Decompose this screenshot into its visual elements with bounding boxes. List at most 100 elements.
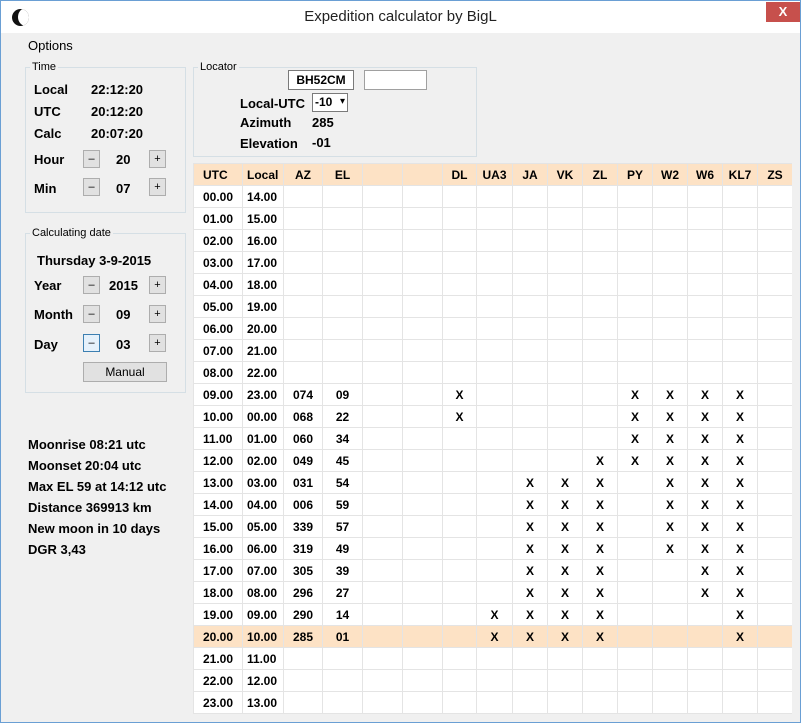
grid-cell[interactable] [402, 603, 443, 626]
grid-cell[interactable] [402, 471, 443, 494]
grid-cell[interactable]: 27 [322, 581, 363, 604]
grid-cell[interactable]: 12.00 [242, 669, 284, 692]
grid-cell[interactable]: 15.00 [242, 207, 284, 230]
grid-cell[interactable] [476, 251, 513, 274]
grid-cell[interactable] [617, 339, 653, 362]
grid-cell[interactable] [547, 317, 583, 340]
table-row[interactable]: 09.00 23.00 074 09 X X X X X [193, 383, 792, 406]
grid-cell[interactable]: X [687, 559, 723, 582]
locator-secondary-input[interactable] [364, 70, 427, 90]
grid-cell[interactable] [512, 185, 548, 208]
grid-cell[interactable] [757, 317, 792, 340]
grid-cell[interactable]: 20.00 [242, 317, 284, 340]
grid-cell[interactable]: 09.00 [242, 603, 284, 626]
grid-cell[interactable]: X [476, 625, 513, 648]
grid-cell[interactable] [652, 669, 688, 692]
grid-cell[interactable] [652, 207, 688, 230]
grid-cell[interactable]: X [687, 383, 723, 406]
grid-cell[interactable]: 05.00 [193, 295, 243, 318]
grid-cell[interactable] [362, 493, 403, 516]
grid-cell[interactable]: 08.00 [193, 361, 243, 384]
grid-cell[interactable] [402, 383, 443, 406]
grid-cell[interactable] [687, 361, 723, 384]
grid-cell[interactable]: X [652, 493, 688, 516]
grid-cell[interactable]: 22.00 [193, 669, 243, 692]
grid-cell[interactable] [757, 493, 792, 516]
grid-cell[interactable]: 06.00 [242, 537, 284, 560]
grid-cell[interactable]: 10.00 [242, 625, 284, 648]
grid-cell[interactable]: 08.00 [242, 581, 284, 604]
grid-cell[interactable] [617, 603, 653, 626]
grid-cell[interactable] [617, 691, 653, 714]
grid-cell[interactable] [757, 537, 792, 560]
grid-cell[interactable]: X [722, 427, 758, 450]
grid-cell[interactable]: 39 [322, 559, 363, 582]
grid-cell[interactable] [722, 361, 758, 384]
grid-cell[interactable] [757, 515, 792, 538]
grid-cell[interactable]: 49 [322, 537, 363, 560]
grid-cell[interactable] [442, 515, 477, 538]
grid-cell[interactable]: X [512, 471, 548, 494]
grid-cell[interactable] [512, 317, 548, 340]
grid-cell[interactable]: 01 [322, 625, 363, 648]
grid-cell[interactable]: X [512, 537, 548, 560]
grid-cell[interactable] [687, 295, 723, 318]
grid-cell[interactable] [283, 361, 323, 384]
grid-cell[interactable] [362, 361, 403, 384]
grid-cell[interactable]: 074 [283, 383, 323, 406]
grid-cell[interactable]: 14.00 [193, 493, 243, 516]
grid-cell[interactable] [442, 229, 477, 252]
grid-cell[interactable]: X [582, 493, 618, 516]
grid-cell[interactable]: X [582, 603, 618, 626]
grid-cell[interactable] [547, 339, 583, 362]
grid-cell[interactable] [476, 273, 513, 296]
table-row[interactable]: 23.00 13.00 [193, 691, 792, 714]
grid-cell[interactable] [652, 559, 688, 582]
grid-cell[interactable] [283, 251, 323, 274]
grid-cell[interactable] [442, 647, 477, 670]
grid-cell[interactable] [757, 273, 792, 296]
grid-cell[interactable] [617, 317, 653, 340]
table-row[interactable]: 00.00 14.00 [193, 185, 792, 208]
grid-cell[interactable] [687, 229, 723, 252]
grid-cell[interactable] [442, 471, 477, 494]
grid-cell[interactable] [362, 537, 403, 560]
grid-cell[interactable]: X [722, 449, 758, 472]
grid-cell[interactable]: X [547, 603, 583, 626]
grid-cell[interactable]: 006 [283, 493, 323, 516]
locator-input[interactable]: BH52CM [288, 70, 354, 90]
grid-cell[interactable] [283, 207, 323, 230]
grid-cell[interactable] [652, 603, 688, 626]
grid-cell[interactable] [512, 339, 548, 362]
grid-cell[interactable] [442, 581, 477, 604]
grid-cell[interactable] [322, 691, 363, 714]
grid-cell[interactable]: 305 [283, 559, 323, 582]
grid-cell[interactable]: X [722, 493, 758, 516]
grid-cell[interactable] [722, 647, 758, 670]
grid-cell[interactable] [476, 295, 513, 318]
grid-cell[interactable] [512, 361, 548, 384]
grid-cell[interactable]: X [687, 427, 723, 450]
grid-cell[interactable] [547, 449, 583, 472]
close-button[interactable]: X [766, 2, 800, 22]
min-increment-button[interactable]: + [149, 178, 166, 196]
grid-cell[interactable] [547, 669, 583, 692]
grid-cell[interactable]: X [547, 515, 583, 538]
grid-cell[interactable] [582, 207, 618, 230]
grid-cell[interactable]: 21.00 [193, 647, 243, 670]
grid-cell[interactable]: X [582, 537, 618, 560]
grid-cell[interactable] [652, 251, 688, 274]
grid-cell[interactable] [476, 691, 513, 714]
grid-cell[interactable] [402, 515, 443, 538]
grid-cell[interactable]: 23.00 [193, 691, 243, 714]
grid-cell[interactable]: X [687, 581, 723, 604]
grid-cell[interactable] [722, 273, 758, 296]
grid-cell[interactable] [322, 317, 363, 340]
grid-cell[interactable] [362, 603, 403, 626]
grid-cell[interactable] [617, 581, 653, 604]
grid-cell[interactable]: X [547, 625, 583, 648]
grid-cell[interactable]: X [617, 449, 653, 472]
grid-cell[interactable] [582, 273, 618, 296]
grid-cell[interactable] [402, 669, 443, 692]
grid-cell[interactable]: X [547, 471, 583, 494]
